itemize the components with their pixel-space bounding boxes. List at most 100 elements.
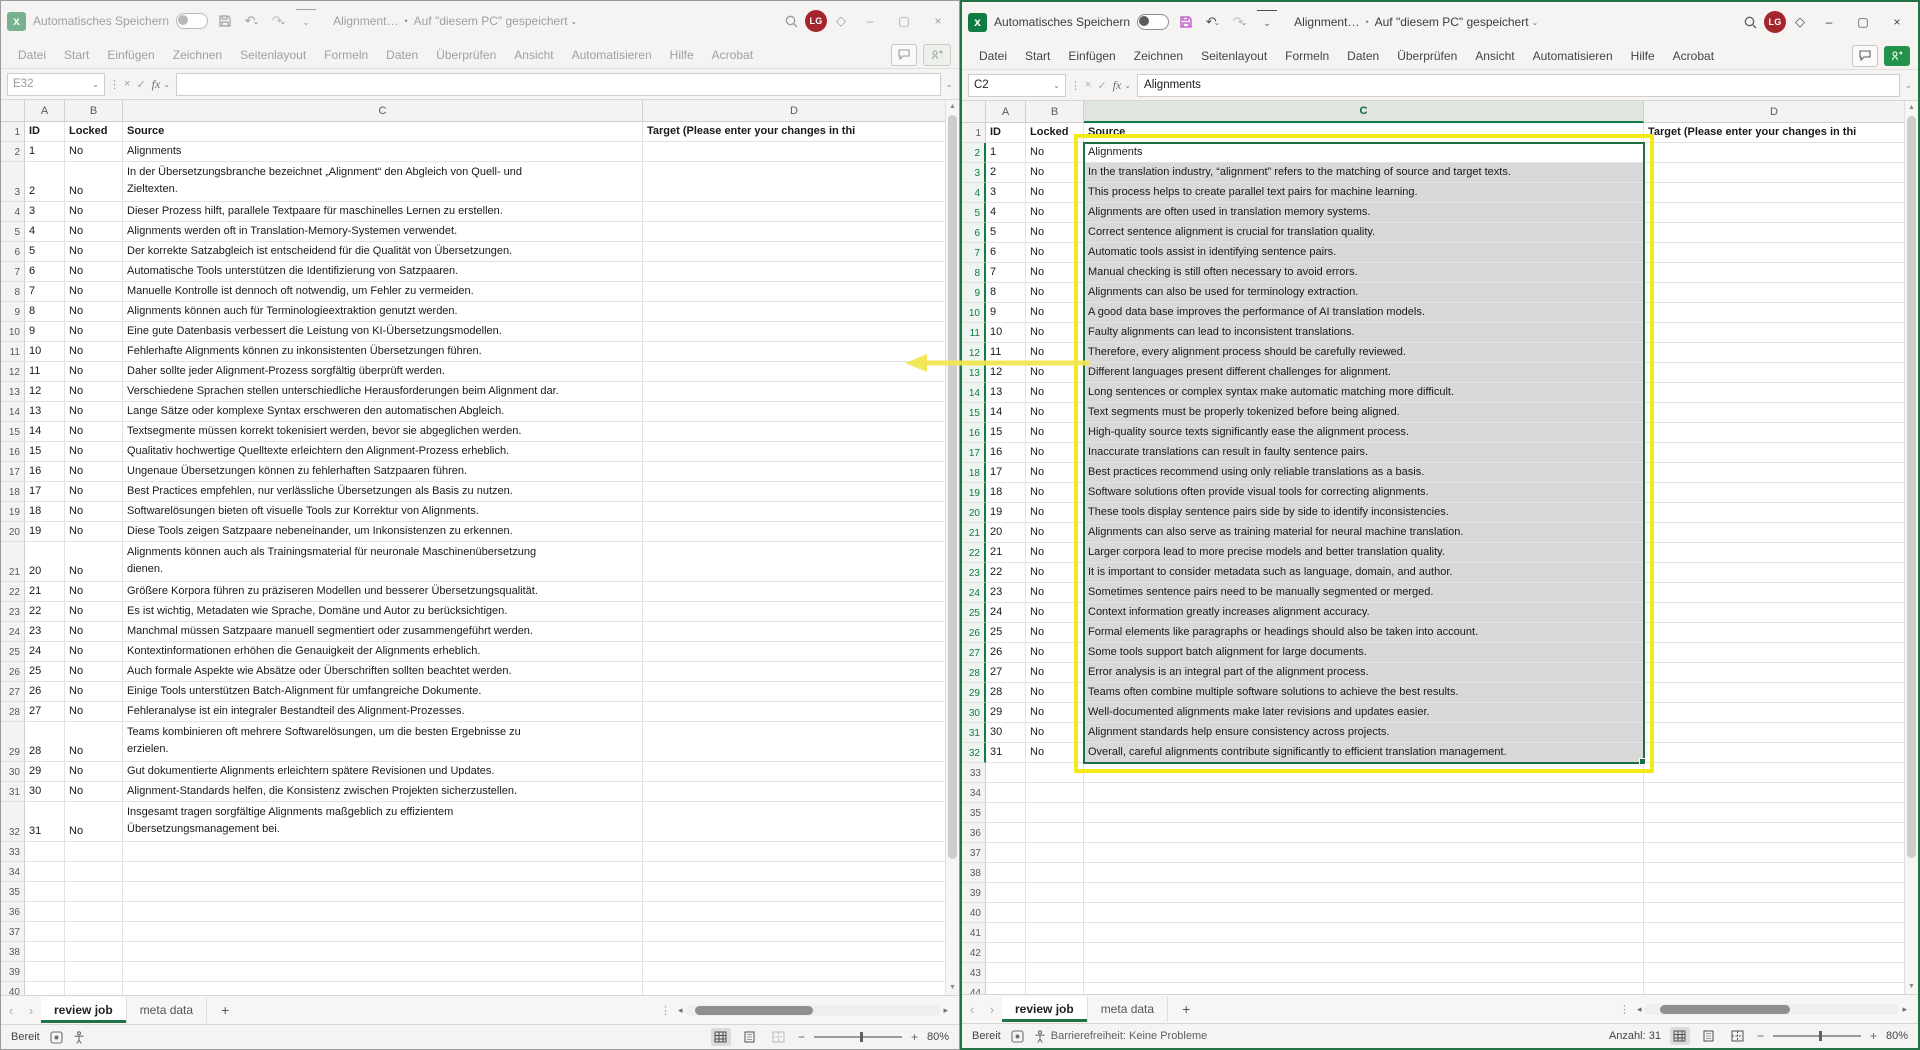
cell-B8[interactable]: No: [65, 282, 123, 302]
cell-D6[interactable]: [1644, 223, 1904, 243]
column-header-C[interactable]: C: [123, 100, 643, 122]
cell-B37[interactable]: [1026, 843, 1084, 863]
cell-B5[interactable]: No: [1026, 203, 1084, 223]
zoom-slider[interactable]: [814, 1036, 902, 1038]
cell-B21[interactable]: No: [1026, 523, 1084, 543]
cell-B23[interactable]: No: [65, 602, 123, 622]
cell-B8[interactable]: No: [1026, 263, 1084, 283]
row-header-8[interactable]: 8: [1, 282, 25, 302]
zoom-slider-thumb[interactable]: [860, 1032, 863, 1042]
menu-tab-acrobat[interactable]: Acrobat: [1664, 45, 1723, 67]
row-header-2[interactable]: 2: [962, 143, 986, 163]
cell-B38[interactable]: [65, 942, 123, 962]
menu-tab-überprüfen[interactable]: Überprüfen: [427, 44, 505, 66]
cell-B43[interactable]: [1026, 963, 1084, 983]
cell-B26[interactable]: No: [1026, 623, 1084, 643]
cell-B35[interactable]: [1026, 803, 1084, 823]
cell-C14[interactable]: Lange Sätze oder komplexe Syntax erschwe…: [123, 402, 643, 422]
cell-A19[interactable]: 18: [986, 483, 1026, 503]
share-button[interactable]: [1884, 46, 1910, 66]
sheet-next-icon[interactable]: ›: [982, 1002, 1002, 1017]
cell-B31[interactable]: No: [1026, 723, 1084, 743]
row-header-17[interactable]: 17: [1, 462, 25, 482]
menu-tab-einfügen[interactable]: Einfügen: [1059, 45, 1124, 67]
cell-B12[interactable]: No: [1026, 343, 1084, 363]
cell-A8[interactable]: 7: [25, 282, 65, 302]
cell-A25[interactable]: 24: [25, 642, 65, 662]
menu-tab-seitenlayout[interactable]: Seitenlayout: [1192, 45, 1276, 67]
scroll-up-icon[interactable]: ▲: [949, 100, 956, 114]
row-header-43[interactable]: 43: [962, 963, 986, 983]
close-button[interactable]: ×: [1882, 9, 1912, 35]
cell-A32[interactable]: 31: [25, 802, 65, 842]
row-header-16[interactable]: 16: [962, 423, 986, 443]
autosave-toggle[interactable]: [1137, 14, 1169, 30]
cell-D19[interactable]: [1644, 483, 1904, 503]
cell-D44[interactable]: [1644, 983, 1904, 994]
cell-A6[interactable]: 5: [25, 242, 65, 262]
cell-B27[interactable]: No: [65, 682, 123, 702]
comments-icon[interactable]: [1852, 45, 1878, 67]
menu-tab-acrobat[interactable]: Acrobat: [703, 44, 762, 66]
cell-B33[interactable]: [1026, 763, 1084, 783]
cell-C19[interactable]: Software solutions often provide visual …: [1084, 483, 1644, 503]
cell-C17[interactable]: Inaccurate translations can result in fa…: [1084, 443, 1644, 463]
customize-quick-access-icon[interactable]: ⌄: [296, 9, 316, 33]
row-header-1[interactable]: 1: [1, 122, 25, 142]
page-break-view-icon[interactable]: [1728, 1027, 1748, 1045]
add-sheet-button[interactable]: +: [1168, 1001, 1204, 1017]
cell-B24[interactable]: No: [1026, 583, 1084, 603]
cell-C28[interactable]: Fehleranalyse ist ein integraler Bestand…: [123, 702, 643, 722]
normal-view-icon[interactable]: [711, 1028, 731, 1046]
cell-C24[interactable]: Sometimes sentence pairs need to be manu…: [1084, 583, 1644, 603]
row-header-32[interactable]: 32: [1, 802, 25, 842]
cell-A7[interactable]: 6: [25, 262, 65, 282]
cell-B25[interactable]: No: [1026, 603, 1084, 623]
select-all-corner[interactable]: [962, 101, 986, 123]
cell-B39[interactable]: [65, 962, 123, 982]
cell-B41[interactable]: [1026, 923, 1084, 943]
cell-A12[interactable]: 11: [25, 362, 65, 382]
cell-D18[interactable]: [643, 482, 945, 502]
row-header-1[interactable]: 1: [962, 123, 986, 143]
cell-C37[interactable]: [123, 922, 643, 942]
cell-B1[interactable]: Locked: [1026, 123, 1084, 143]
cell-B4[interactable]: No: [65, 202, 123, 222]
row-header-39[interactable]: 39: [1, 962, 25, 982]
cell-B18[interactable]: No: [1026, 463, 1084, 483]
row-header-22[interactable]: 22: [962, 543, 986, 563]
cell-B15[interactable]: No: [1026, 403, 1084, 423]
cell-C5[interactable]: Alignments are often used in translation…: [1084, 203, 1644, 223]
cell-A19[interactable]: 18: [25, 502, 65, 522]
insert-function-icon[interactable]: fx: [152, 77, 161, 92]
cell-B33[interactable]: [65, 842, 123, 862]
cell-B29[interactable]: No: [65, 722, 123, 762]
cell-D23[interactable]: [643, 602, 945, 622]
cell-D18[interactable]: [1644, 463, 1904, 483]
minimize-button[interactable]: –: [855, 8, 885, 34]
cell-B32[interactable]: No: [1026, 743, 1084, 763]
cell-A27[interactable]: 26: [986, 643, 1026, 663]
cell-D33[interactable]: [643, 842, 945, 862]
cell-D15[interactable]: [643, 422, 945, 442]
scroll-down-icon[interactable]: ▼: [949, 981, 956, 995]
cell-C38[interactable]: [123, 942, 643, 962]
tabbar-options-icon[interactable]: ⋮: [1619, 1003, 1630, 1016]
cell-D17[interactable]: [1644, 443, 1904, 463]
confirm-formula-icon[interactable]: ✓: [136, 78, 145, 91]
cell-A28[interactable]: 27: [986, 663, 1026, 683]
cell-D28[interactable]: [643, 702, 945, 722]
cell-A16[interactable]: 15: [986, 423, 1026, 443]
scroll-right-icon[interactable]: ▸: [940, 1005, 951, 1016]
row-header-19[interactable]: 19: [962, 483, 986, 503]
cell-C1[interactable]: Source: [123, 122, 643, 142]
cell-C12[interactable]: Daher sollte jeder Alignment-Prozess sor…: [123, 362, 643, 382]
row-header-16[interactable]: 16: [1, 442, 25, 462]
scroll-right-icon[interactable]: ▸: [1899, 1004, 1910, 1015]
cell-C29[interactable]: Teams kombinieren oft mehrere Softwarelö…: [123, 722, 643, 762]
cell-D30[interactable]: [1644, 703, 1904, 723]
name-box[interactable]: E32⌄: [7, 73, 105, 96]
column-header-D[interactable]: D: [1644, 101, 1904, 123]
redo-button[interactable]: ↷⌄: [269, 10, 289, 32]
macro-record-icon[interactable]: [1011, 1030, 1024, 1043]
